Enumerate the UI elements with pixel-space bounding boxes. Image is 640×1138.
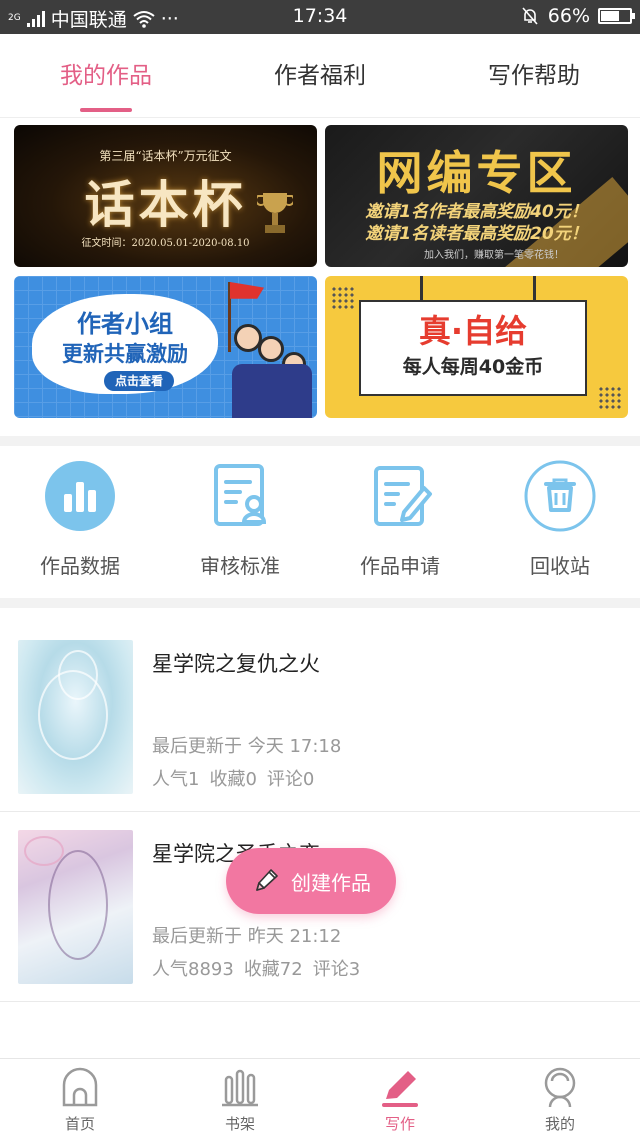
hanging-string (420, 276, 423, 302)
section-divider (0, 598, 640, 608)
banner-grid: 第三届“话本杯”万元征文 话本杯 征文时间：2020.05.01-2020-08… (14, 125, 628, 420)
section-divider (0, 436, 640, 446)
cover-art (58, 650, 98, 700)
comments: 评论0 (266, 769, 315, 790)
work-stats: 人气1 收藏0 评论0 (152, 765, 314, 791)
quick-action-label: 作品数据 (40, 554, 120, 578)
popularity: 人气8893 (152, 959, 234, 980)
quick-action-label: 回收站 (530, 554, 590, 578)
banner-subtitle: 更新共赢激励 (62, 342, 188, 366)
banner-author-group[interactable]: 作者小组 更新共赢激励 点击查看 (14, 276, 317, 418)
popularity: 人气1 (152, 769, 200, 790)
nav-profile[interactable]: 我的 (480, 1065, 640, 1134)
nav-write[interactable]: 写作 (320, 1065, 480, 1134)
battery-icon (598, 8, 635, 24)
profile-icon (544, 1067, 576, 1108)
kid-body (232, 364, 312, 418)
tab-my-works[interactable]: 我的作品 (16, 56, 196, 90)
tab-writing-help[interactable]: 写作帮助 (444, 56, 624, 90)
cover-art (48, 850, 108, 960)
create-work-label: 创建作品 (291, 870, 371, 895)
dot-pattern (598, 386, 622, 410)
nav-home[interactable]: 首页 (0, 1065, 160, 1134)
recycle-bin-button[interactable]: 回收站 (480, 460, 640, 579)
favorites: 收藏72 (243, 959, 303, 980)
work-application-button[interactable]: 作品申请 (320, 460, 480, 579)
dot-pattern (331, 286, 355, 310)
battery-percent: 66% (547, 5, 590, 27)
create-work-button[interactable]: 创建作品 (226, 848, 396, 914)
mute-bell-icon (522, 7, 538, 25)
quick-actions: 作品数据 审核标准 作品申请 回收站 (0, 446, 640, 598)
nav-label: 我的 (544, 1115, 575, 1133)
status-bar: 2G 中国联通 ··· 17:34 66% (0, 0, 640, 34)
pencil-icon (256, 869, 278, 891)
works-list: 星学院之复仇之火 最后更新于 今天 17:18 人气1 收藏0 评论0 星学院之… (0, 622, 640, 1002)
banner-subtitle: 每人每周40金币 (402, 356, 544, 378)
nav-label: 书架 (224, 1115, 255, 1133)
write-icon (382, 1071, 418, 1107)
bar-chart-icon (45, 461, 115, 531)
book-cover[interactable] (18, 640, 133, 794)
banner-huaben-cup[interactable]: 第三届“话本杯”万元征文 话本杯 征文时间：2020.05.01-2020-08… (14, 125, 317, 267)
favorites: 收藏0 (209, 769, 257, 790)
tab-author-welfare[interactable]: 作者福利 (230, 56, 410, 90)
bookshelf-icon (222, 1069, 258, 1107)
bottom-nav: 首页 书架 写作 我的 (0, 1058, 640, 1138)
review-doc-icon (214, 464, 267, 526)
trophy-icon (257, 193, 293, 233)
work-stats: 人气8893 收藏72 评论3 (152, 955, 360, 981)
home-icon (62, 1067, 98, 1107)
nav-bookshelf[interactable]: 书架 (160, 1065, 320, 1134)
banner-self-reward[interactable]: 真·自给 每人每周40金币 (325, 276, 628, 418)
work-item[interactable]: 星学院之复仇之火 最后更新于 今天 17:18 人气1 收藏0 评论0 (0, 622, 640, 812)
top-tabs: 我的作品 作者福利 写作帮助 (0, 34, 640, 118)
banner-title: 作者小组 (77, 310, 173, 338)
banner-subtitle: 第三届“话本杯”万元征文 (99, 149, 232, 163)
work-title[interactable]: 星学院之复仇之火 (152, 648, 320, 678)
tab-underline (80, 108, 132, 112)
work-updated: 最后更新于 昨天 21:12 (152, 926, 342, 947)
battery-fill (601, 11, 620, 21)
nav-label: 写作 (384, 1115, 415, 1133)
quick-action-label: 审核标准 (200, 554, 280, 578)
edit-doc-icon (374, 466, 432, 526)
trash-icon (524, 460, 596, 532)
cartoon-kid (258, 336, 284, 362)
banner-title: 网编专区 (376, 146, 577, 200)
banner-caption: 加入我们，赚取第一笔零花钱！ (424, 250, 564, 261)
review-standards-button[interactable]: 审核标准 (160, 460, 320, 579)
banner-title: 真·自给 (418, 312, 528, 350)
nav-label: 首页 (64, 1115, 95, 1133)
banner-line: 邀请1名读者最高奖励20元！ (365, 224, 588, 244)
quick-action-label: 作品申请 (360, 554, 440, 578)
banner-editor-zone[interactable]: 网编专区 邀请1名作者最高奖励40元！ 邀请1名读者最高奖励20元！ 加入我们，… (325, 125, 628, 267)
work-updated: 最后更新于 今天 17:18 (152, 736, 342, 757)
view-button[interactable]: 点击查看 (104, 371, 174, 391)
book-cover[interactable] (18, 830, 133, 984)
cover-art (24, 836, 64, 866)
work-data-button[interactable]: 作品数据 (0, 460, 160, 579)
comments: 评论3 (312, 959, 361, 980)
hanging-string (533, 276, 536, 302)
